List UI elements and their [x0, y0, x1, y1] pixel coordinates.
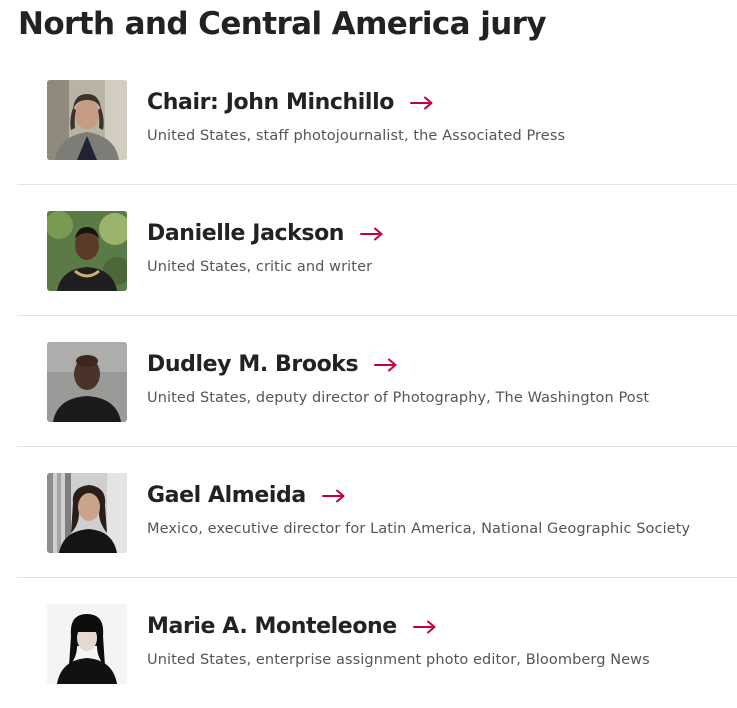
juror-name: Gael Almeida [147, 483, 306, 508]
section-title: North and Central America jury [18, 6, 547, 42]
portrait-image [47, 342, 127, 422]
juror-name: Marie A. Monteleone [147, 614, 397, 639]
jury-list: Chair: John Minchillo United States, sta… [17, 54, 737, 708]
jury-member-card[interactable]: Dudley M. Brooks United States, deputy d… [17, 316, 737, 447]
portrait-image [47, 80, 127, 160]
arrow-right-icon [374, 358, 398, 372]
jury-member-card[interactable]: Chair: John Minchillo United States, sta… [17, 54, 737, 185]
juror-name-link[interactable]: Dudley M. Brooks [147, 352, 398, 377]
arrow-right-icon [321, 489, 346, 503]
juror-photo[interactable] [47, 604, 127, 684]
juror-photo[interactable] [47, 211, 127, 291]
portrait-image [47, 473, 127, 553]
portrait-image [47, 604, 127, 684]
juror-name: Dudley M. Brooks [147, 352, 359, 377]
juror-description: Mexico, executive director for Latin Ame… [147, 521, 691, 537]
juror-description: United States, enterprise assignment pho… [147, 652, 650, 668]
arrow-right-icon [409, 96, 434, 110]
juror-description: United States, critic and writer [147, 259, 373, 275]
juror-photo[interactable] [47, 473, 127, 553]
juror-name-link[interactable]: Chair: John Minchillo [147, 90, 434, 115]
juror-photo[interactable] [47, 342, 127, 422]
juror-photo[interactable] [47, 80, 127, 160]
juror-name-link[interactable]: Marie A. Monteleone [147, 614, 437, 639]
juror-name: Chair: John Minchillo [147, 90, 394, 115]
portrait-image [47, 211, 127, 291]
jury-member-card[interactable]: Gael Almeida Mexico, executive director … [17, 447, 737, 578]
arrow-right-icon [412, 620, 437, 634]
juror-name-link[interactable]: Gael Almeida [147, 483, 346, 508]
jury-member-card[interactable]: Marie A. Monteleone United States, enter… [17, 578, 737, 708]
jury-member-card[interactable]: Danielle Jackson United States, critic a… [17, 185, 737, 316]
juror-name: Danielle Jackson [147, 221, 345, 246]
juror-description: United States, staff photojournalist, th… [147, 128, 566, 144]
juror-name-link[interactable]: Danielle Jackson [147, 221, 384, 246]
arrow-right-icon [360, 227, 384, 241]
juror-description: United States, deputy director of Photog… [147, 390, 650, 406]
